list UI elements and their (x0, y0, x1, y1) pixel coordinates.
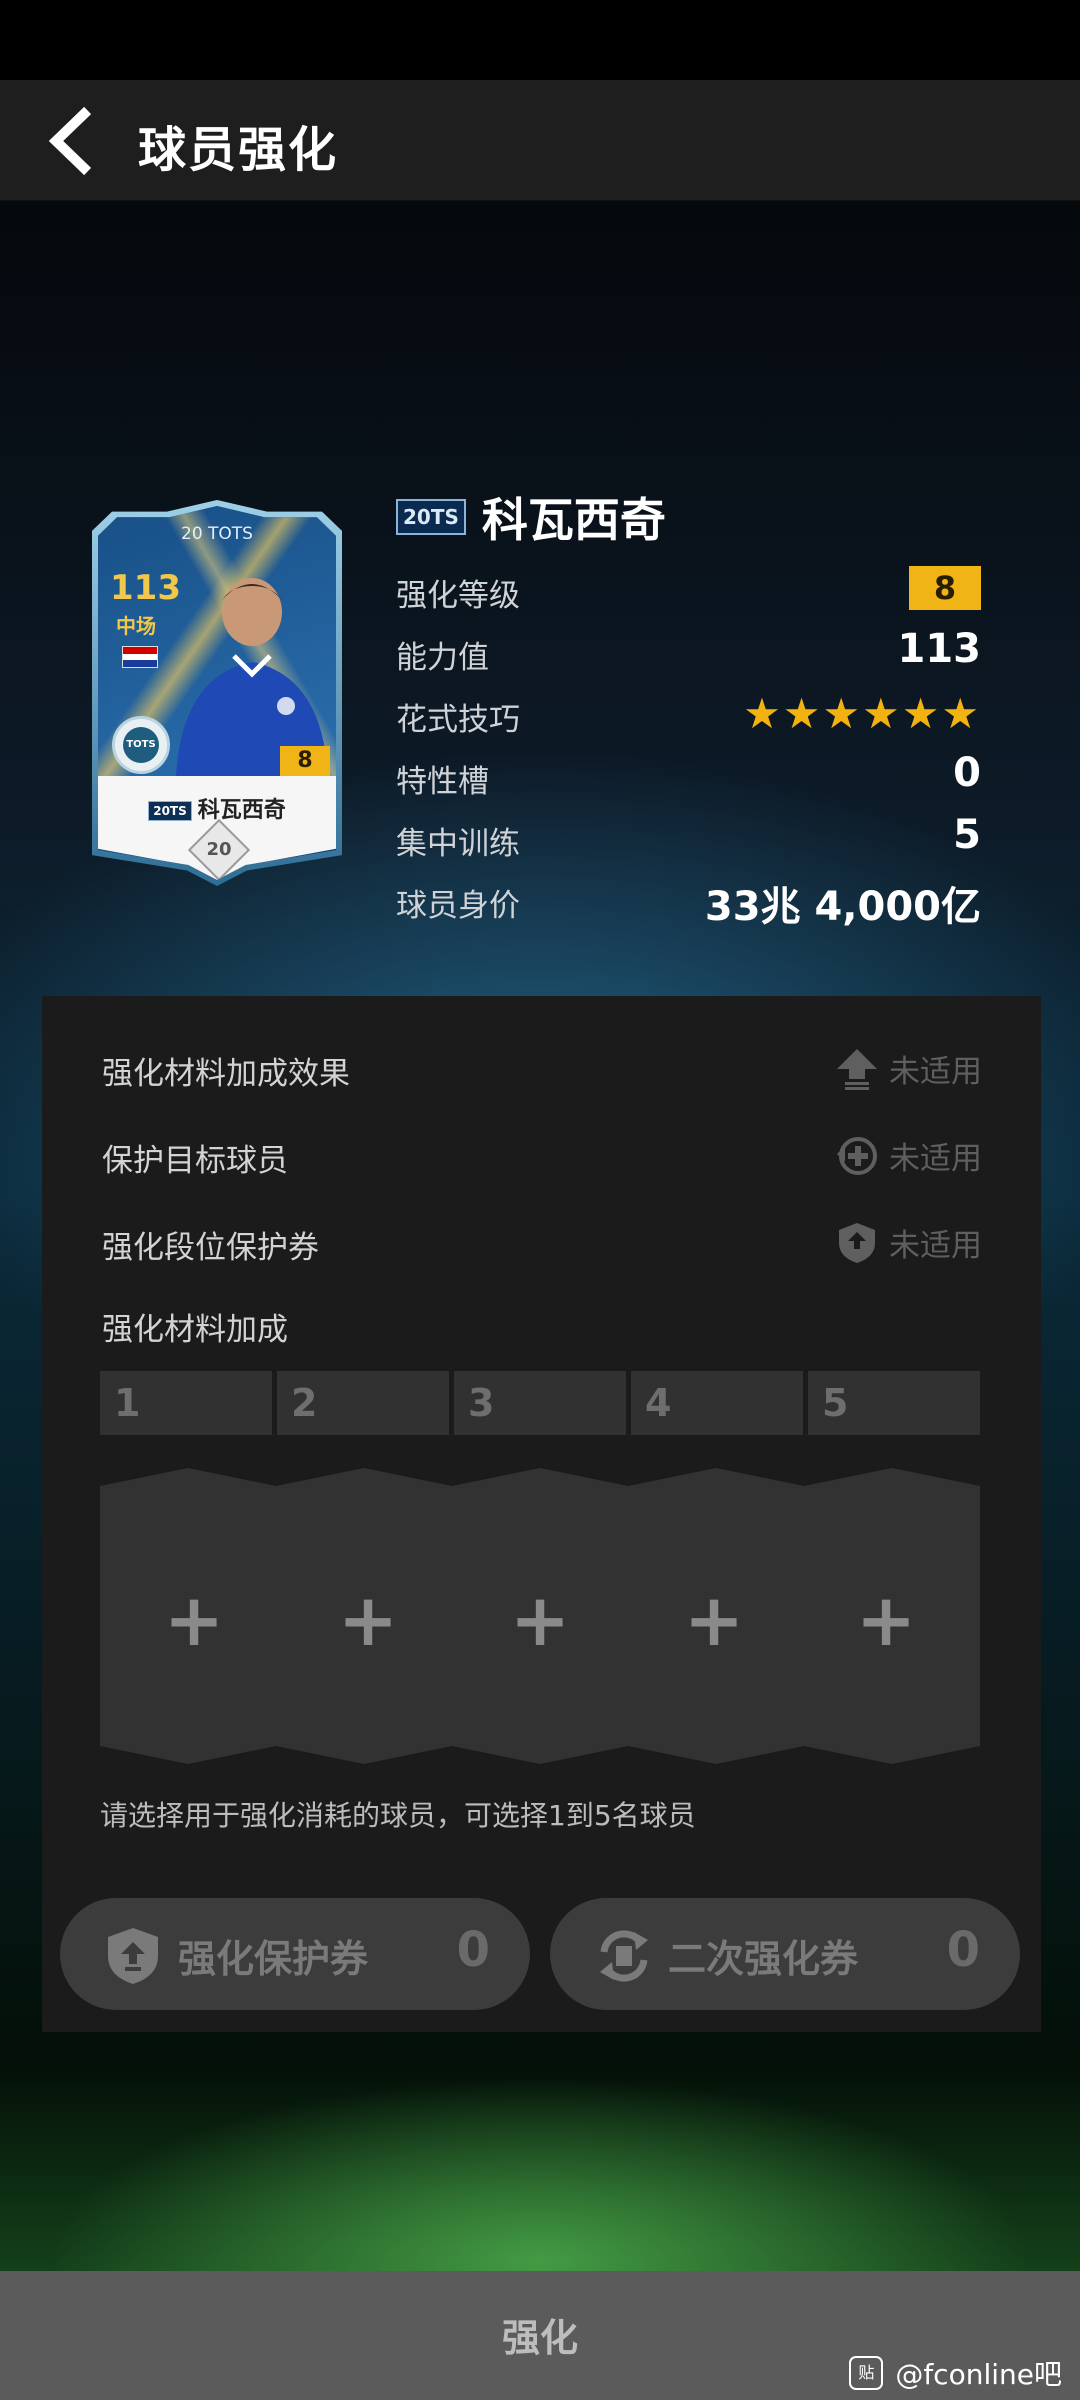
season-text: 20 (206, 839, 232, 860)
option-label: 强化段位保护券 (102, 1230, 319, 1266)
header: 球员强化 (0, 80, 1080, 201)
stat-enhance-level: 强化等级 8 (396, 562, 981, 618)
stat-label: 集中训练 (396, 826, 520, 862)
option-label: 强化材料加成效果 (102, 1056, 350, 1092)
option-status: 未适用 (835, 1220, 982, 1264)
stat-value: 5 (953, 812, 981, 858)
card-position: 中场 (116, 614, 156, 638)
croatia-flag-icon (122, 646, 158, 668)
stat-ovr: 能力值 113 (396, 624, 981, 680)
tots-tag: 20TS (396, 499, 466, 535)
protect-plus-icon (837, 1136, 877, 1175)
second-ticket-label: 二次强化券 (668, 1937, 859, 1981)
add-material-slot-4[interactable]: + (674, 1580, 754, 1660)
option-material-bonus[interactable]: 强化材料加成效果 未适用 (102, 1036, 982, 1096)
add-material-slot-2[interactable]: + (328, 1580, 408, 1660)
material-hint: 请选择用于强化消耗的球员，可选择1到5名球员 (100, 1799, 696, 1832)
option-label: 保护目标球员 (102, 1143, 288, 1179)
second-ticket-count: 0 (946, 1922, 980, 1978)
card-tots-label: 20 TOTS (181, 524, 253, 544)
stat-value: 33兆 4,000亿 (704, 884, 981, 930)
second-enhance-ticket-button[interactable]: 二次强化券 0 (550, 1898, 1020, 2010)
add-material-slot-5[interactable]: + (846, 1580, 926, 1660)
chevron-left-icon (48, 106, 92, 176)
skill-stars: ★★★★★★ (743, 689, 981, 738)
add-material-slot-3[interactable]: + (500, 1580, 580, 1660)
slot-number: 5 (808, 1371, 980, 1435)
stat-skill-moves: 花式技巧 ★★★★★★ (396, 686, 981, 742)
badge-text: TOTS (123, 727, 159, 763)
add-material-slot-1[interactable]: + (154, 1580, 234, 1660)
back-button[interactable] (38, 106, 108, 176)
slot-number: 3 (454, 1371, 626, 1435)
stat-label: 花式技巧 (396, 702, 520, 738)
material-section-label: 强化材料加成 (102, 1312, 288, 1348)
enhance-level-badge: 8 (909, 566, 981, 610)
option-status: 未适用 (835, 1046, 982, 1090)
stat-label: 强化等级 (396, 578, 520, 614)
stat-label: 球员身价 (396, 888, 520, 924)
tieba-icon: 贴 (849, 2356, 884, 2390)
watermark-text: @fconline吧 (895, 2358, 1062, 2391)
protect-ticket-label: 强化保护券 (178, 1937, 369, 1981)
page-title: 球员强化 (138, 122, 339, 178)
player-portrait (176, 578, 328, 776)
status-bar (0, 0, 1080, 80)
slot-number: 1 (100, 1371, 272, 1435)
stat-value: 0 (953, 750, 981, 796)
reload-ticket-icon (600, 1930, 648, 1982)
watermark: 贴 @fconline吧 (849, 2353, 1062, 2393)
option-status-text: 未适用 (889, 1228, 982, 1264)
card-tag: 20TS (148, 801, 192, 821)
card-player-name: 科瓦西奇 (197, 798, 286, 823)
club-badge-icon: TOTS (112, 716, 170, 774)
protect-ticket-count: 0 (456, 1922, 490, 1978)
stat-value: 113 (897, 626, 982, 672)
stat-label: 特性槽 (396, 764, 489, 800)
stat-label: 能力值 (396, 640, 489, 676)
shield-arrow-icon (108, 1928, 158, 1984)
bottom-action-bar: 强化 贴 @fconline吧 (0, 2271, 1080, 2400)
slot-number: 2 (277, 1371, 449, 1435)
player-name: 科瓦西奇 (481, 493, 666, 547)
stat-trait-slots: 特性槽 0 (396, 748, 981, 804)
slot-number: 4 (631, 1371, 803, 1435)
card-inner: 20 TOTS 113 中场 TOTS 8 20TS 科瓦西奇 20 (98, 506, 336, 880)
stat-focus-training: 集中训练 5 (396, 810, 981, 866)
option-status: 未适用 (835, 1133, 982, 1177)
option-status-text: 未适用 (889, 1054, 982, 1090)
option-tier-protect[interactable]: 强化段位保护券 未适用 (102, 1210, 982, 1270)
protect-ticket-button[interactable]: 强化保护券 0 (60, 1898, 530, 2010)
player-title-row: 20TS 科瓦西奇 (396, 484, 666, 547)
card-name-plate: 20TS 科瓦西奇 20 (98, 776, 336, 880)
upload-arrow-icon (837, 1048, 877, 1090)
stat-player-value: 球员身价 33兆 4,000亿 (396, 872, 981, 930)
option-status-text: 未适用 (889, 1141, 982, 1177)
material-slot-headers: 1 2 3 4 5 (100, 1371, 980, 1435)
card-enhance-level: 8 (280, 746, 330, 776)
player-card[interactable]: 20 TOTS 113 中场 TOTS 8 20TS 科瓦西奇 20 (92, 500, 342, 886)
material-slots: + + + + + (100, 1466, 980, 1766)
option-protect-target[interactable]: 保护目标球员 未适用 (102, 1123, 982, 1183)
shield-arrow-icon (839, 1222, 875, 1263)
